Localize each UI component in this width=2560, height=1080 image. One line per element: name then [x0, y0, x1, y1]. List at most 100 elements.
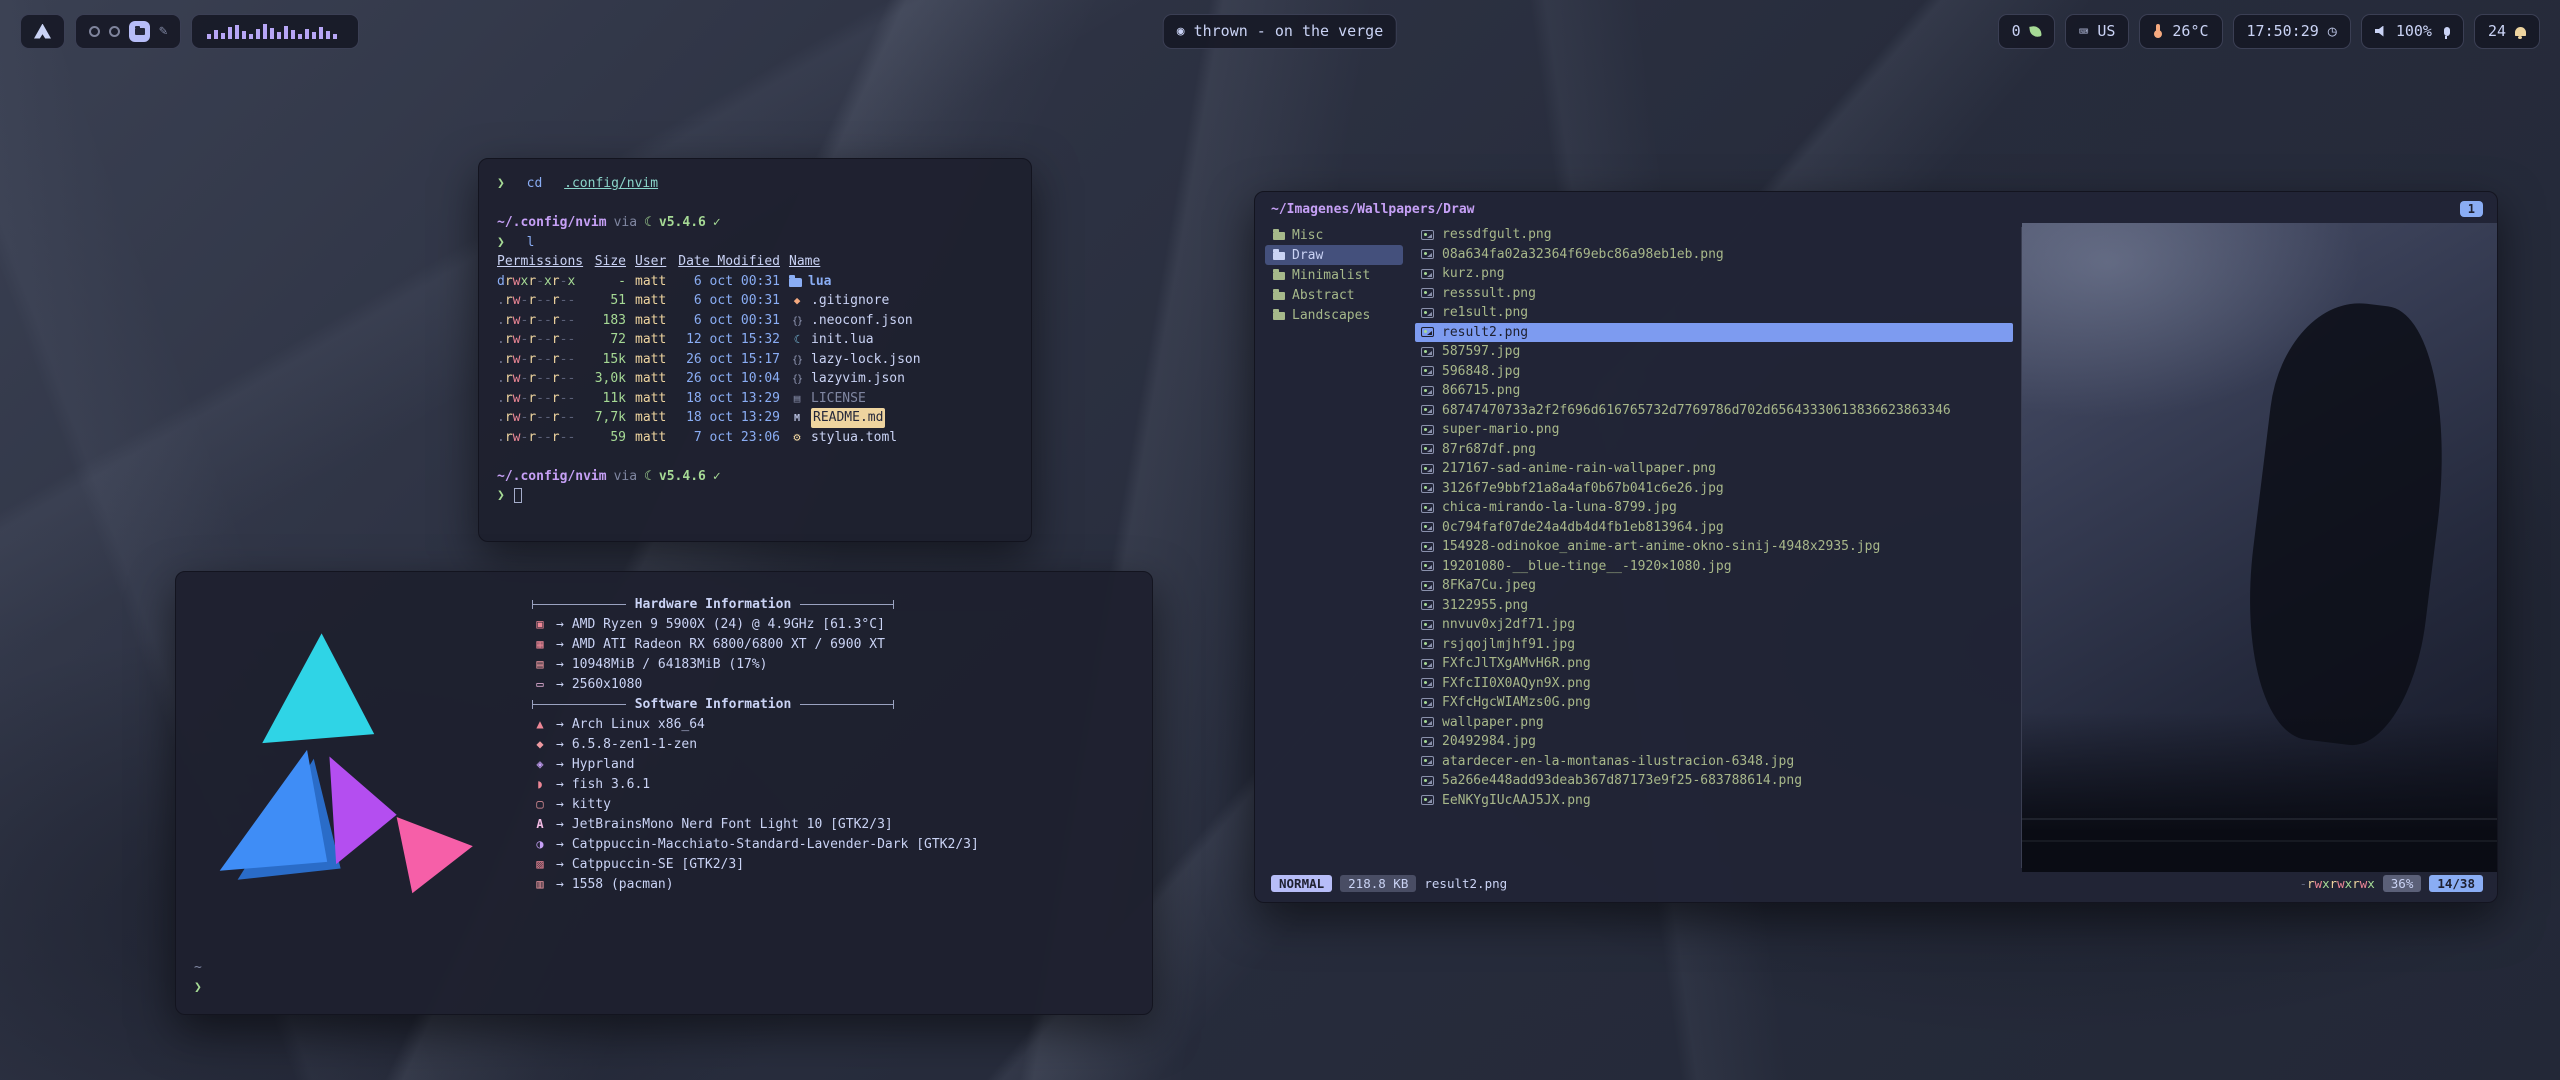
thermometer-icon: [2156, 24, 2160, 34]
notifications-module[interactable]: 24: [2474, 14, 2540, 49]
file-name: 154928-odinokoe_anime-art-anime-okno-sin…: [1442, 539, 1880, 554]
volume-module[interactable]: 100%: [2361, 14, 2464, 49]
brush-icon[interactable]: ✎: [159, 23, 167, 39]
workspace-active-icon[interactable]: [129, 21, 150, 42]
file-name: resssult.png: [1442, 286, 1536, 301]
file-row[interactable]: 587597.jpg: [1415, 342, 2013, 362]
sidebar-folder-item[interactable]: Abstract: [1265, 285, 1403, 305]
system-graph-widget[interactable]: [191, 14, 359, 49]
image-file-icon: [1421, 347, 1434, 357]
file-size: 72: [586, 330, 626, 350]
info-text: 10948MiB / 64183MiB (17%): [572, 657, 768, 672]
folder-name: Misc: [1292, 228, 1323, 243]
file-type-icon: [789, 411, 805, 424]
fetch-shell-prompt[interactable]: ~ ❯: [194, 958, 202, 998]
folder-icon: [1273, 312, 1285, 320]
file-row[interactable]: 20492984.jpg: [1415, 732, 2013, 752]
file-row[interactable]: 217167-sad-anime-rain-wallpaper.png: [1415, 459, 2013, 479]
info-text: 2560x1080: [572, 677, 642, 692]
file-row[interactable]: 596848.jpg: [1415, 362, 2013, 382]
file-row[interactable]: 87r687df.png: [1415, 440, 2013, 460]
file-row[interactable]: re1sult.png: [1415, 303, 2013, 323]
list-position-badge: 14/38: [2429, 875, 2483, 892]
workspace-1-icon[interactable]: [89, 26, 100, 37]
file-row[interactable]: EeNKYgIUcAAJ5JX.png: [1415, 791, 2013, 811]
file-row[interactable]: FXfcII0X0AQyn9X.png: [1415, 674, 2013, 694]
ls-row: .rw-r--r-- 15k matt 26 oct 15:17 lazy-lo…: [497, 350, 1013, 370]
file-row[interactable]: 866715.png: [1415, 381, 2013, 401]
info-text: fish 3.6.1: [572, 777, 650, 792]
info-line: → AMD ATI Radeon RX 6800/6800 XT / 6900 …: [532, 634, 1132, 654]
file-row[interactable]: resssult.png: [1415, 284, 2013, 304]
terminal-window[interactable]: ❯ cd .config/nvim ~/.config/nvimvia☾v5.4…: [478, 158, 1032, 542]
info-line: → Hyprland: [532, 754, 1132, 774]
file-row[interactable]: 3126f7e9bbf21a8a4af0b67b041c6e26.jpg: [1415, 479, 2013, 499]
media-player-module[interactable]: ◉ thrown - on the verge: [1163, 14, 1397, 49]
file-row[interactable]: 154928-odinokoe_anime-art-anime-okno-sin…: [1415, 537, 2013, 557]
fetch-content: Hardware Information → AMD Ryzen 9 5900X…: [532, 594, 1132, 923]
sidebar-folder-item[interactable]: Landscapes: [1265, 305, 1403, 325]
breadcrumb-path: ~/Imagenes/Wallpapers/Draw: [1271, 202, 1475, 217]
file-row[interactable]: 19201080-__blue-tinge__-1920×1080.jpg: [1415, 557, 2013, 577]
workspace-2-icon[interactable]: [109, 26, 120, 37]
file-permissions: .rw-r--r--: [497, 369, 577, 389]
file-row[interactable]: result2.png: [1415, 323, 2013, 343]
file-row[interactable]: 8FKa7Cu.jpeg: [1415, 576, 2013, 596]
image-file-icon: [1421, 659, 1434, 669]
info-line: → Catppuccin-Macchiato-Standard-Lavender…: [532, 834, 1132, 854]
file-name: .neoconf.json: [811, 311, 913, 331]
command-line: ❯ cd .config/nvim: [497, 174, 1013, 194]
input-line[interactable]: ❯: [497, 486, 1013, 506]
file-row[interactable]: nnvuv0xj2df71.jpg: [1415, 615, 2013, 635]
file-size: 3,0k: [586, 369, 626, 389]
arrow-icon: →: [556, 817, 564, 832]
file-row[interactable]: FXfcJlTXgAMvH6R.png: [1415, 654, 2013, 674]
launcher-button[interactable]: [20, 14, 65, 49]
file-row[interactable]: atardecer-en-la-montanas-ilustracion-634…: [1415, 752, 2013, 772]
folder-icon: [1273, 272, 1285, 280]
speaker-icon: [2375, 26, 2387, 37]
file-row[interactable]: 5a266e448add93deab367d87173e9f25-6837886…: [1415, 771, 2013, 791]
volume-value: 100%: [2396, 22, 2432, 40]
file-owner: matt: [635, 291, 669, 311]
file-size: 59: [586, 428, 626, 448]
file-row[interactable]: wallpaper.png: [1415, 713, 2013, 733]
file-row[interactable]: 08a634fa02a32364f69ebc86a98eb1eb.png: [1415, 245, 2013, 265]
updates-module[interactable]: 0: [1998, 14, 2055, 49]
file-row[interactable]: ressdfgult.png: [1415, 225, 2013, 245]
hardware-section-header: Hardware Information: [532, 594, 894, 614]
file-row[interactable]: super-mario.png: [1415, 420, 2013, 440]
file-name: 20492984.jpg: [1442, 734, 1536, 749]
fetch-terminal-window[interactable]: Hardware Information → AMD Ryzen 9 5900X…: [175, 571, 1153, 1015]
info-icon: [532, 757, 548, 771]
keyboard-layout-module[interactable]: ⌨ US: [2065, 14, 2130, 49]
file-row[interactable]: rsjqojlmjhf91.jpg: [1415, 635, 2013, 655]
file-row[interactable]: FXfcHgcWIAMzs0G.png: [1415, 693, 2013, 713]
file-row[interactable]: 3122955.png: [1415, 596, 2013, 616]
temperature-module[interactable]: 26°C: [2139, 14, 2222, 49]
info-text: AMD ATI Radeon RX 6800/6800 XT / 6900 XT: [572, 637, 885, 652]
sidebar-folder-item[interactable]: Misc: [1265, 225, 1403, 245]
info-icon: [532, 797, 548, 811]
file-manager-window[interactable]: ~/Imagenes/Wallpapers/Draw 1 Misc Draw M…: [1254, 191, 2498, 903]
file-size: 183: [586, 311, 626, 331]
file-name: lazyvim.json: [811, 369, 905, 389]
file-row[interactable]: 0c794faf07de24a4db4d4fb1eb813964.jpg: [1415, 518, 2013, 538]
nvim-icon: ✓: [713, 467, 721, 487]
arrow-icon: →: [556, 857, 564, 872]
file-row[interactable]: kurz.png: [1415, 264, 2013, 284]
image-file-icon: [1421, 288, 1434, 298]
file-name: 5a266e448add93deab367d87173e9f25-6837886…: [1442, 773, 1802, 788]
sidebar-folder-item[interactable]: Minimalist: [1265, 265, 1403, 285]
file-row[interactable]: 68747470733a2f2f696d616765732d7769786d70…: [1415, 401, 2013, 421]
info-line: → 2560x1080: [532, 674, 1132, 694]
file-row[interactable]: chica-mirando-la-luna-8799.jpg: [1415, 498, 2013, 518]
music-disc-icon: ◉: [1177, 24, 1185, 39]
sidebar-folder-item[interactable]: Draw: [1265, 245, 1403, 265]
file-owner: matt: [635, 311, 669, 331]
tab-counter-badge[interactable]: 1: [2460, 201, 2483, 217]
info-icon: [532, 857, 548, 871]
command-line: ❯ l: [497, 233, 1013, 253]
clock-module[interactable]: 17:50:29 ◷: [2233, 14, 2351, 49]
image-file-icon: [1421, 483, 1434, 493]
